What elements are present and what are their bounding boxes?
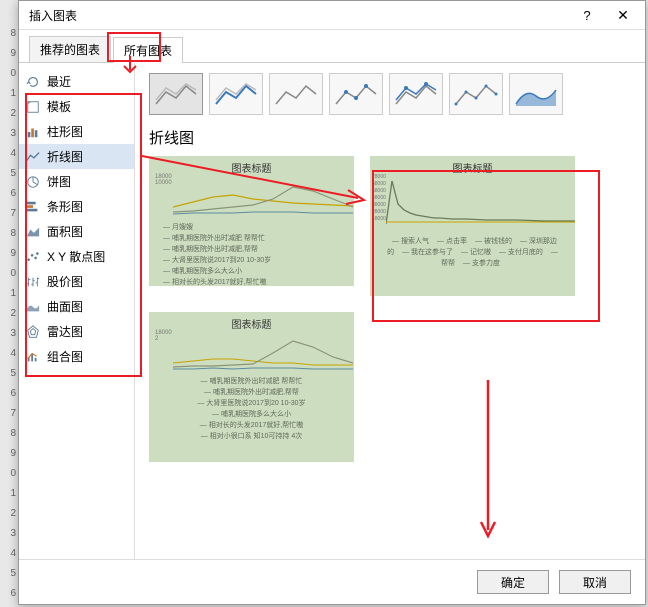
- line-subtype-icon: [154, 79, 198, 109]
- sidebar-item-label: 组合图: [47, 348, 83, 365]
- sidebar-item-bar[interactable]: 条形图: [19, 194, 134, 219]
- ok-button[interactable]: 确定: [477, 570, 549, 594]
- subtype-3[interactable]: [269, 73, 323, 115]
- sidebar-item-line[interactable]: 折线图: [19, 144, 134, 169]
- sidebar-item-recent[interactable]: 最近: [19, 69, 134, 94]
- stock-icon: [25, 275, 41, 289]
- sidebar-item-template[interactable]: 模板: [19, 94, 134, 119]
- subtype-1[interactable]: [149, 73, 203, 115]
- area-icon: [25, 225, 41, 239]
- subtype-4[interactable]: [329, 73, 383, 115]
- subtype-5[interactable]: [389, 73, 443, 115]
- combo-icon: [25, 350, 41, 364]
- chart-subtype-row: [149, 73, 631, 115]
- preview-2[interactable]: 图表标题 78000680005800048000380002800018000…: [370, 156, 575, 296]
- dialog-footer: 确定 取消: [19, 559, 645, 604]
- recent-icon: [25, 75, 41, 89]
- sidebar-item-radar[interactable]: 雷达图: [19, 319, 134, 344]
- line-subtype-icon: [454, 79, 498, 109]
- sidebar-item-label: 雷达图: [47, 323, 83, 340]
- line-icon: [25, 150, 41, 164]
- line-subtype-icon: [334, 79, 378, 109]
- dialog-title: 插入图表: [29, 7, 569, 24]
- sidebar-item-label: 面积图: [47, 223, 83, 240]
- cancel-button[interactable]: 取消: [559, 570, 631, 594]
- line-subtype-icon: [274, 79, 318, 109]
- preview-3-legend: — 哺乳期医院外出时减肥 帮帮忙— 哺乳期医院外出时减肥,帮帮— 大肾里医院说2…: [163, 376, 340, 442]
- preview-2-legend: — 搜索人气— 点击率— 被钱钱的— 深圳那边的— 我在这参与了— 记忆嗷— 支…: [384, 236, 561, 269]
- sidebar-item-column[interactable]: 柱形图: [19, 119, 134, 144]
- subtype-6[interactable]: [449, 73, 503, 115]
- sidebar-item-label: 模板: [47, 98, 71, 115]
- template-icon: [25, 100, 41, 114]
- help-button[interactable]: ?: [569, 3, 605, 27]
- sidebar-item-combo[interactable]: 组合图: [19, 344, 134, 369]
- subtype-heading: 折线图: [149, 127, 631, 148]
- sidebar-item-surface[interactable]: 曲面图: [19, 294, 134, 319]
- titlebar: 插入图表 ? ✕: [19, 1, 645, 30]
- tab-recommended[interactable]: 推荐的图表: [29, 36, 111, 62]
- scatter-icon: [25, 250, 41, 264]
- chart-category-sidebar: 最近模板柱形图折线图饼图条形图面积图 X Y 散点图股价图曲面图雷达图组合图: [19, 63, 135, 559]
- radar-icon: [25, 325, 41, 339]
- chart-previews: 图表标题 1800010000 — 月嫂嫂— 哺乳期医院外出时减肥 帮帮忙— 哺…: [149, 156, 631, 462]
- line-subtype-icon: [394, 79, 438, 109]
- line-subtype-icon: [514, 79, 558, 109]
- sidebar-item-label: 柱形图: [47, 123, 83, 140]
- sidebar-item-label: 最近: [47, 73, 71, 90]
- sidebar-item-area[interactable]: 面积图: [19, 219, 134, 244]
- subtype-7[interactable]: [509, 73, 563, 115]
- close-button[interactable]: ✕: [605, 3, 641, 27]
- sidebar-item-pie[interactable]: 饼图: [19, 169, 134, 194]
- sidebar-item-label: X Y 散点图: [47, 248, 105, 265]
- tab-strip: 推荐的图表 所有图表: [19, 30, 645, 63]
- main-panel: 折线图 图表标题 1800010000 — 月嫂嫂— 哺乳期医院外出时减肥 帮帮…: [135, 63, 645, 559]
- preview-1-plot: [173, 177, 353, 217]
- insert-chart-dialog: 插入图表 ? ✕ 推荐的图表 所有图表 最近模板柱形图折线图饼图条形图面积图X …: [18, 0, 646, 605]
- pie-icon: [25, 175, 41, 189]
- preview-2-plot: [386, 176, 575, 228]
- preview-1-legend: — 月嫂嫂— 哺乳期医院外出时减肥 帮帮忙— 哺乳期医院外出时减肥,帮帮— 大肾…: [163, 222, 340, 286]
- preview-3[interactable]: 图表标题 180002 — 哺乳期医院外出时减肥 帮帮忙— 哺乳期医院外出时减肥…: [149, 312, 354, 462]
- subtype-2[interactable]: [209, 73, 263, 115]
- column-icon: [25, 125, 41, 139]
- preview-1[interactable]: 图表标题 1800010000 — 月嫂嫂— 哺乳期医院外出时减肥 帮帮忙— 哺…: [149, 156, 354, 286]
- surface-icon: [25, 300, 41, 314]
- sidebar-item-label: 条形图: [47, 198, 83, 215]
- bar-icon: [25, 200, 41, 214]
- tab-all-charts[interactable]: 所有图表: [113, 37, 183, 63]
- sidebar-item-label: 股价图: [47, 273, 83, 290]
- sidebar-item-label: 折线图: [47, 148, 83, 165]
- sidebar-item-label: 饼图: [47, 173, 71, 190]
- sidebar-item-scatter[interactable]: X Y 散点图: [19, 244, 134, 269]
- preview-3-plot: [173, 333, 353, 373]
- sidebar-item-stock[interactable]: 股价图: [19, 269, 134, 294]
- line-subtype-icon: [214, 79, 258, 109]
- sidebar-item-label: 曲面图: [47, 298, 83, 315]
